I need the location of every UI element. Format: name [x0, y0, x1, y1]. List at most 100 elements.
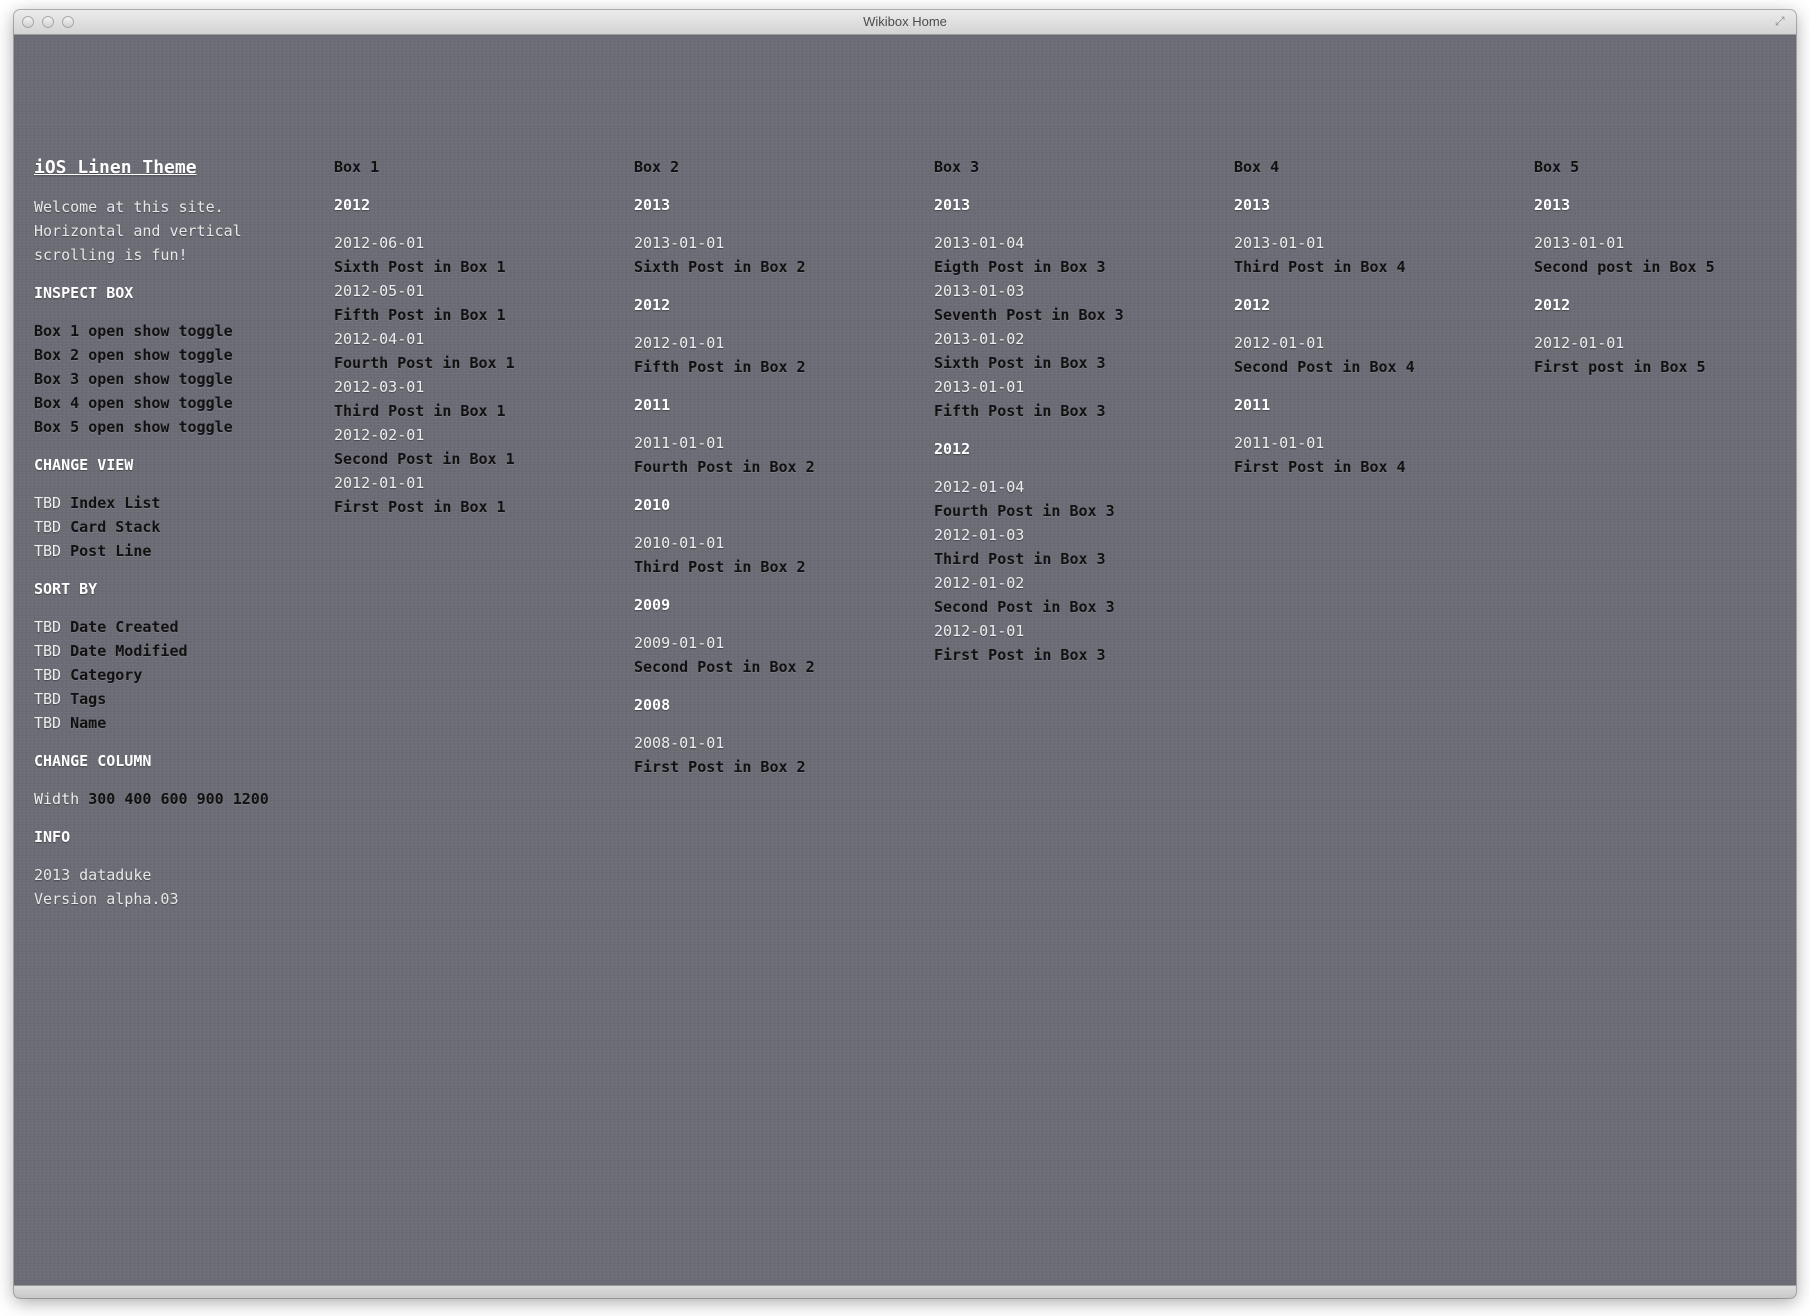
post-date: 2013-01-01: [1234, 234, 1325, 252]
post-date: 2012-01-04: [934, 478, 1025, 496]
post-link[interactable]: Third Post in Box 3: [934, 547, 1214, 571]
width-option-400[interactable]: 400: [124, 790, 151, 808]
sidebar: iOS Linen Theme Welcome at this site. Ho…: [34, 155, 314, 925]
inspect-box-label[interactable]: Box 4: [34, 394, 79, 412]
post-link[interactable]: Third Post in Box 4: [1234, 255, 1514, 279]
post-link[interactable]: Second Post in Box 3: [934, 595, 1214, 619]
post-date: 2012-03-01: [334, 378, 425, 396]
width-options: Width 300 400 600 900 1200: [34, 787, 314, 811]
post-date: 2012-01-01: [334, 474, 425, 492]
post-link[interactable]: Third Post in Box 2: [634, 555, 914, 579]
view-option-card-stack: TBD Card Stack: [34, 515, 314, 539]
window-title: Wikibox Home: [863, 14, 947, 29]
view-option-link[interactable]: Index List: [70, 494, 160, 512]
post-date: 2012-02-01: [334, 426, 425, 444]
post-link[interactable]: Seventh Post in Box 3: [934, 303, 1214, 327]
box-column-5: Box 5 2013 2013-01-01 Second post in Box…: [1534, 155, 1796, 393]
width-option-300[interactable]: 300: [88, 790, 115, 808]
inspect-row-box-5: Box 5 open show toggle: [34, 415, 314, 439]
post-date: 2011-01-01: [634, 434, 725, 452]
inspect-box-actions[interactable]: open show toggle: [88, 418, 233, 436]
inspect-box-label[interactable]: Box 2: [34, 346, 79, 364]
fullscreen-icon[interactable]: ⤢: [1775, 15, 1788, 28]
year-group: 2012 2012-01-01 Fifth Post in Box 2: [634, 293, 914, 379]
year-heading: 2012: [1234, 296, 1271, 314]
box-title[interactable]: Box 2: [634, 155, 914, 179]
inspect-box-actions[interactable]: open show toggle: [88, 322, 233, 340]
window-bottom-bar: [14, 1285, 1796, 1298]
tbd-label: TBD: [34, 642, 62, 660]
sort-option-link[interactable]: Category: [70, 666, 142, 684]
box-title[interactable]: Box 3: [934, 155, 1214, 179]
post-date: 2013-01-01: [1534, 234, 1625, 252]
post-link[interactable]: Second post in Box 5: [1534, 255, 1796, 279]
inspect-box-actions[interactable]: open show toggle: [88, 346, 233, 364]
sort-by-heading: SORT BY: [34, 580, 98, 598]
post-link[interactable]: Fifth Post in Box 2: [634, 355, 914, 379]
post-link[interactable]: Sixth Post in Box 2: [634, 255, 914, 279]
year-group: 2012 2012-01-01 Second Post in Box 4: [1234, 293, 1514, 379]
post-date: 2012-01-01: [934, 622, 1025, 640]
box-title[interactable]: Box 5: [1534, 155, 1796, 179]
year-group: 2010 2010-01-01 Third Post in Box 2: [634, 493, 914, 579]
inspect-box-label[interactable]: Box 3: [34, 370, 79, 388]
post-date: 2013-01-01: [634, 234, 725, 252]
post-date: 2013-01-02: [934, 330, 1025, 348]
year-heading: 2008: [634, 696, 671, 714]
inspect-box-label[interactable]: Box 5: [34, 418, 79, 436]
view-option-link[interactable]: Post Line: [70, 542, 151, 560]
width-label: Width: [34, 790, 80, 808]
year-heading: 2013: [1234, 196, 1271, 214]
inspect-box-actions[interactable]: open show toggle: [88, 394, 233, 412]
post-link[interactable]: Eigth Post in Box 3: [934, 255, 1214, 279]
view-option-link[interactable]: Card Stack: [70, 518, 160, 536]
year-heading: 2011: [1234, 396, 1271, 414]
width-option-900[interactable]: 900: [197, 790, 224, 808]
post-link[interactable]: Sixth Post in Box 3: [934, 351, 1214, 375]
sort-option-link[interactable]: Date Modified: [70, 642, 187, 660]
post-link[interactable]: First Post in Box 2: [634, 755, 914, 779]
post-date: 2013-01-03: [934, 282, 1025, 300]
year-group: 2011 2011-01-01 Fourth Post in Box 2: [634, 393, 914, 479]
year-heading: 2012: [334, 196, 371, 214]
info-heading: INFO: [34, 828, 71, 846]
post-link[interactable]: Fourth Post in Box 1: [334, 351, 614, 375]
post-link[interactable]: Fifth Post in Box 1: [334, 303, 614, 327]
inspect-box-label[interactable]: Box 1: [34, 322, 79, 340]
sort-option-link[interactable]: Tags: [70, 690, 106, 708]
intro-line: Horizontal and vertical: [34, 222, 242, 240]
tbd-label: TBD: [34, 518, 62, 536]
post-link[interactable]: Second Post in Box 4: [1234, 355, 1514, 379]
post-link[interactable]: First Post in Box 4: [1234, 455, 1514, 479]
width-option-1200[interactable]: 1200: [233, 790, 269, 808]
post-link[interactable]: First Post in Box 1: [334, 495, 614, 519]
post-link[interactable]: First Post in Box 3: [934, 643, 1214, 667]
tbd-label: TBD: [34, 618, 62, 636]
site-title-link[interactable]: iOS Linen Theme: [34, 155, 314, 181]
width-option-600[interactable]: 600: [160, 790, 187, 808]
sort-option-link[interactable]: Date Created: [70, 618, 178, 636]
year-group: 2013 2013-01-01 Sixth Post in Box 2: [634, 193, 914, 279]
post-date: 2008-01-01: [634, 734, 725, 752]
box-title[interactable]: Box 1: [334, 155, 614, 179]
inspect-box-list: Box 1 open show toggle Box 2 open show t…: [34, 319, 314, 439]
sort-option-tags: TBD Tags: [34, 687, 314, 711]
post-link[interactable]: First post in Box 5: [1534, 355, 1796, 379]
post-date: 2012-01-01: [634, 334, 725, 352]
post-link[interactable]: Sixth Post in Box 1: [334, 255, 614, 279]
post-link[interactable]: Fourth Post in Box 3: [934, 499, 1214, 523]
post-link[interactable]: Second Post in Box 2: [634, 655, 914, 679]
post-link[interactable]: Third Post in Box 1: [334, 399, 614, 423]
tbd-label: TBD: [34, 542, 62, 560]
year-group: 2012 2012-01-04 Fourth Post in Box 3 201…: [934, 437, 1214, 667]
post-link[interactable]: Fourth Post in Box 2: [634, 455, 914, 479]
year-heading: 2013: [934, 196, 971, 214]
box-title[interactable]: Box 4: [1234, 155, 1514, 179]
post-date: 2012-01-01: [1534, 334, 1625, 352]
page-viewport: iOS Linen Theme Welcome at this site. Ho…: [14, 35, 1796, 1286]
post-link[interactable]: Second Post in Box 1: [334, 447, 614, 471]
inspect-box-actions[interactable]: open show toggle: [88, 370, 233, 388]
sort-option-link[interactable]: Name: [70, 714, 106, 732]
year-heading: 2010: [634, 496, 671, 514]
post-link[interactable]: Fifth Post in Box 3: [934, 399, 1214, 423]
